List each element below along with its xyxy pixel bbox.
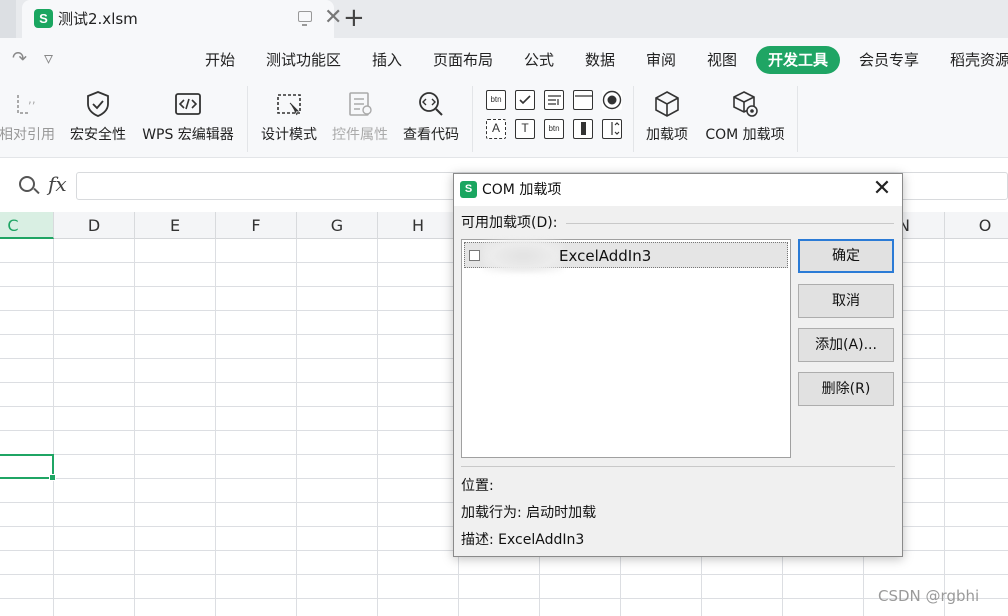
button-control-icon[interactable]: btn [486, 90, 506, 110]
document-title: 测试2.xlsm [58, 10, 138, 28]
menu-home[interactable]: 开始 [205, 50, 235, 70]
add-button[interactable]: 添加(A)... [798, 328, 894, 362]
redacted-region [483, 239, 563, 273]
wps-macro-editor-label: WPS 宏编辑器 [142, 127, 234, 143]
spin-button-control-icon[interactable] [602, 119, 622, 139]
menu-docer-resources[interactable]: 稻壳资源 [950, 50, 1008, 70]
description-text: 描述: ExcelAddIn3 [461, 532, 585, 548]
tab-bar-left-edge [0, 0, 16, 38]
column-header[interactable]: D [54, 212, 135, 239]
ribbon-separator [633, 86, 634, 152]
view-code-label: 查看代码 [403, 127, 459, 143]
textbox-control-icon[interactable]: T [515, 119, 535, 139]
screen-icon[interactable] [298, 11, 312, 26]
cancel-button[interactable]: 取消 [798, 284, 894, 318]
control-properties-label: 控件属性 [332, 127, 388, 143]
addins-list[interactable]: ExcelAddIn3 [461, 239, 791, 458]
info-divider [461, 466, 895, 467]
insert-function-icon[interactable]: fx [48, 172, 67, 196]
ok-button[interactable]: 确定 [798, 239, 894, 273]
spreadsheet-app-icon: S [460, 181, 477, 198]
relative-reference-button[interactable]: ,, 相对引用 [0, 86, 60, 152]
design-mode-button[interactable]: 设计模式 [257, 86, 321, 152]
tab-bar: S 测试2.xlsm ✕ + [0, 0, 1008, 38]
menu-insert[interactable]: 插入 [372, 50, 402, 70]
document-tab[interactable]: S 测试2.xlsm ✕ [22, 0, 342, 38]
column-header[interactable]: F [216, 212, 297, 239]
checkbox-control-icon[interactable] [515, 90, 535, 110]
ribbon-separator [797, 86, 798, 152]
ribbon-separator [472, 86, 473, 152]
column-header[interactable]: H [378, 212, 459, 239]
location-label: 位置: [461, 478, 494, 494]
macro-security-label: 宏安全性 [70, 127, 126, 143]
menu-bar: ↷ ▿ 开始 测试功能区 插入 页面布局 公式 数据 审阅 视图 开发工具 会员… [0, 38, 1008, 82]
list-box-control-icon[interactable] [573, 90, 593, 110]
menu-view[interactable]: 视图 [707, 50, 737, 70]
view-code-icon [419, 92, 443, 116]
relative-reference-icon: ,, [17, 92, 36, 114]
watermark: CSDN @rgbhi [878, 587, 980, 605]
new-tab-button[interactable]: + [343, 3, 365, 33]
column-header[interactable]: C [0, 212, 54, 239]
dialog-title-bar[interactable]: S COM 加载项 ✕ [454, 174, 902, 206]
design-mode-icon [277, 94, 301, 116]
cube-gear-icon [733, 91, 758, 117]
remove-button[interactable]: 删除(R) [798, 372, 894, 406]
control-properties-icon [349, 92, 372, 116]
label-control-icon[interactable]: A [486, 119, 506, 139]
toggle-button-control-icon[interactable]: btn [544, 119, 564, 139]
spreadsheet-app-icon: S [34, 9, 53, 28]
control-properties-button[interactable]: 控件属性 [328, 86, 392, 152]
menu-formulas[interactable]: 公式 [524, 50, 554, 70]
load-behavior-text: 加载行为: 启动时加载 [461, 505, 597, 521]
option-button-control-icon[interactable] [602, 90, 622, 110]
addin-checkbox[interactable] [469, 250, 480, 261]
menu-test-features[interactable]: 测试功能区 [266, 50, 341, 70]
ribbon-separator [247, 86, 248, 152]
list-item[interactable]: ExcelAddIn3 [464, 239, 788, 273]
developer-ribbon: ,, 相对引用 宏安全性 WPS 宏编辑器 设计模式 控件属性 查看代码 btn… [0, 82, 1008, 158]
com-addins-button[interactable]: COM 加载项 [700, 86, 790, 152]
column-header[interactable]: G [297, 212, 378, 239]
com-addins-dialog: S COM 加载项 ✕ 可用加载项(D): ExcelAddIn3 确定 取消 … [453, 173, 903, 557]
code-editor-icon [175, 93, 201, 115]
com-addins-label: COM 加载项 [705, 127, 785, 143]
redo-icon[interactable]: ↷ [12, 48, 27, 69]
wps-macro-editor-button[interactable]: WPS 宏编辑器 [138, 86, 238, 152]
column-header[interactable]: E [135, 212, 216, 239]
scrollbar-control-icon[interactable] [573, 119, 593, 139]
shield-icon [87, 91, 109, 117]
addins-button[interactable]: 加载项 [640, 86, 694, 152]
addin-name: ExcelAddIn3 [559, 247, 652, 265]
svg-text:,,: ,, [28, 92, 36, 106]
macro-security-button[interactable]: 宏安全性 [66, 86, 130, 152]
menu-review[interactable]: 审阅 [646, 50, 676, 70]
active-cell[interactable] [0, 454, 56, 481]
menu-developer-tools[interactable]: 开发工具 [756, 46, 841, 74]
menu-page-layout[interactable]: 页面布局 [433, 50, 493, 70]
relative-reference-label: 相对引用 [0, 127, 55, 143]
zoom-icon[interactable] [19, 176, 35, 192]
available-addins-label: 可用加载项(D): [461, 214, 562, 232]
column-header[interactable]: O [945, 212, 1008, 239]
design-mode-label: 设计模式 [261, 127, 317, 143]
menu-member[interactable]: 会员专享 [859, 50, 919, 70]
addins-label: 加载项 [646, 127, 688, 143]
close-tab-icon[interactable]: ✕ [324, 6, 342, 30]
view-code-button[interactable]: 查看代码 [399, 86, 463, 152]
dialog-title: COM 加载项 [482, 182, 562, 198]
combo-box-control-icon[interactable] [544, 90, 564, 110]
menu-data[interactable]: 数据 [585, 50, 615, 70]
quick-access-more-icon[interactable]: ▿ [44, 48, 53, 69]
group-divider [566, 223, 894, 224]
close-icon[interactable]: ✕ [869, 176, 895, 202]
cube-icon [655, 91, 679, 117]
